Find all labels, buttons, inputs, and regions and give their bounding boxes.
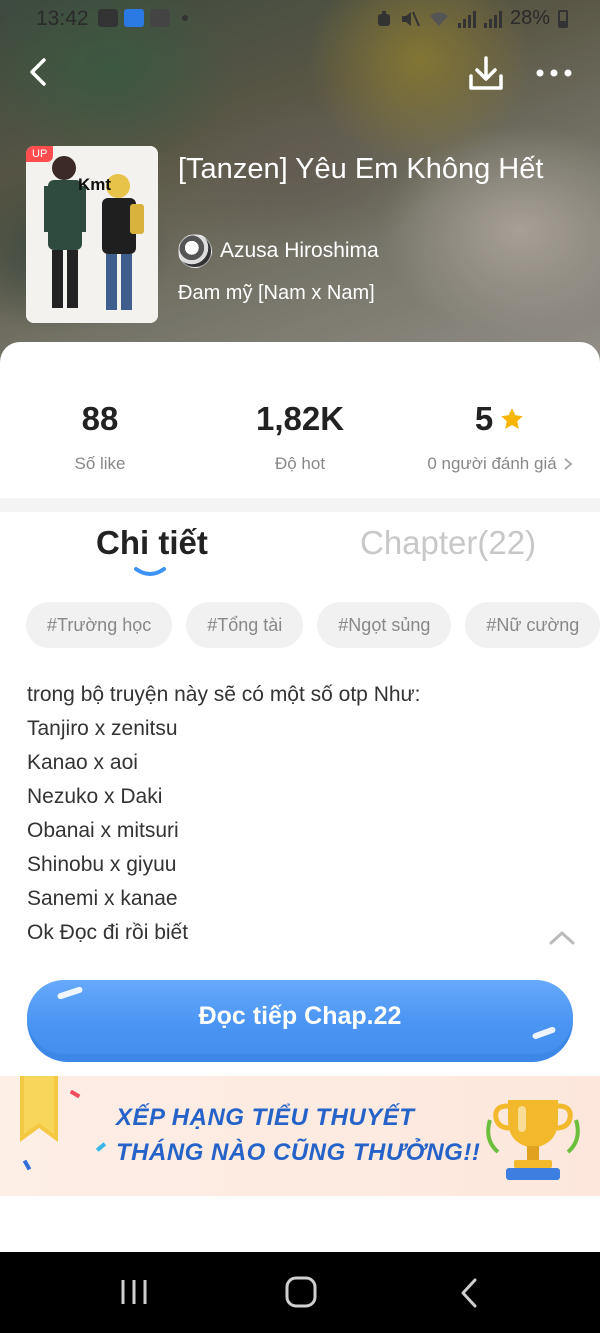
alarm-icon — [377, 10, 390, 26]
continue-reading-button[interactable]: Đọc tiếp Chap.22 — [27, 980, 573, 1062]
author-link[interactable]: Azusa Hiroshima — [178, 234, 379, 268]
stat-rating[interactable]: 5 0 người đánh giá — [400, 400, 600, 474]
tag-chip[interactable]: #Tổng tài — [186, 602, 304, 648]
description-line: Nezuko x Daki — [27, 785, 163, 808]
confetti-icon — [70, 1090, 81, 1099]
signal-icon — [457, 10, 476, 28]
author-avatar — [178, 234, 212, 268]
trophy-icon — [486, 1100, 580, 1180]
description-line: Shinobu x giyuu — [27, 853, 177, 876]
author-name: Azusa Hiroshima — [220, 239, 379, 262]
description-line: Tanjiro x zenitsu — [27, 717, 178, 740]
book-genre: Đam mỹ [Nam x Nam] — [178, 282, 375, 304]
gallery-notification-icon — [98, 9, 118, 27]
stat-likes: 88 Số like — [0, 400, 200, 474]
stat-hot: 1,82K Độ hot — [200, 400, 400, 474]
ranking-banner[interactable]: XẾP HẠNG TIỂU THUYẾT THÁNG NÀO CŨNG THƯỞ… — [0, 1076, 600, 1196]
chevron-right-icon — [564, 458, 573, 470]
likes-value: 88 — [81, 400, 119, 437]
continue-reading-label: Đọc tiếp Chap.22 — [198, 1002, 402, 1030]
chevron-up-icon[interactable] — [548, 928, 576, 946]
book-cover[interactable]: UP Kmt — [26, 146, 158, 323]
ribbon-icon — [20, 1076, 58, 1142]
section-divider — [0, 498, 600, 512]
confetti-icon — [96, 1142, 107, 1152]
wifi-icon — [429, 11, 448, 26]
description: trong bộ truyện này sẽ có một số otp Như… — [27, 678, 547, 950]
description-line: Sanemi x kanae — [27, 887, 178, 910]
status-bar: 13:42 28% — [0, 0, 600, 36]
tab-chapter[interactable]: Chapter(22) — [360, 524, 536, 562]
app-notification-icon — [124, 9, 144, 27]
system-nav-bar — [0, 1252, 600, 1333]
banner-line-2: THÁNG NÀO CŨNG THƯỞNG!! — [116, 1139, 481, 1166]
likes-label: Số like — [74, 454, 126, 473]
hot-label: Độ hot — [274, 454, 326, 473]
description-line: trong bộ truyện này sẽ có một số otp Như… — [27, 683, 421, 706]
tag-chip[interactable]: #Trường học — [26, 602, 173, 648]
update-badge: UP — [26, 146, 54, 162]
description-line: Kanao x aoi — [27, 751, 138, 774]
stats-card: 88 Số like 1,82K Độ hot 5 0 người đánh g… — [0, 342, 600, 498]
description-line: Ok Đọc đi rồi biết — [27, 921, 189, 944]
download-icon[interactable] — [466, 54, 506, 94]
rating-label: 0 người đánh giá — [427, 454, 557, 473]
mute-icon — [401, 11, 420, 26]
tag-chip[interactable]: #Ngọt sủng — [317, 602, 452, 648]
more-dots-icon[interactable] — [534, 60, 574, 86]
confetti-icon — [22, 1160, 32, 1171]
news-notification-icon — [150, 9, 170, 27]
star-icon — [501, 408, 524, 429]
home-icon[interactable] — [284, 1274, 318, 1310]
tab-detail[interactable]: Chi tiết — [96, 524, 208, 562]
system-back-icon[interactable] — [456, 1276, 482, 1310]
signal-2-icon — [483, 10, 502, 28]
status-time: 13:42 — [36, 7, 89, 30]
battery-icon — [558, 9, 568, 28]
tag-chip[interactable]: #Nữ cường — [465, 602, 600, 648]
tag-list: #Trường học #Tổng tài #Ngọt sủng #Nữ cườ… — [26, 602, 600, 650]
back-icon[interactable] — [22, 54, 58, 90]
description-line: Obanai x mitsuri — [27, 819, 179, 842]
tab-active-indicator — [134, 567, 166, 576]
battery-percent: 28% — [509, 7, 550, 29]
notification-dot-icon — [182, 15, 188, 21]
recent-apps-icon[interactable] — [118, 1276, 150, 1308]
hot-value: 1,82K — [255, 400, 345, 437]
rating-value: 5 — [474, 400, 494, 437]
banner-line-1: XẾP HẠNG TIỂU THUYẾT — [116, 1104, 415, 1131]
cover-illustration: Kmt — [26, 146, 158, 323]
cover-text: Kmt — [78, 175, 111, 194]
book-title: [Tanzen] Yêu Em Không Hết — [178, 153, 544, 185]
